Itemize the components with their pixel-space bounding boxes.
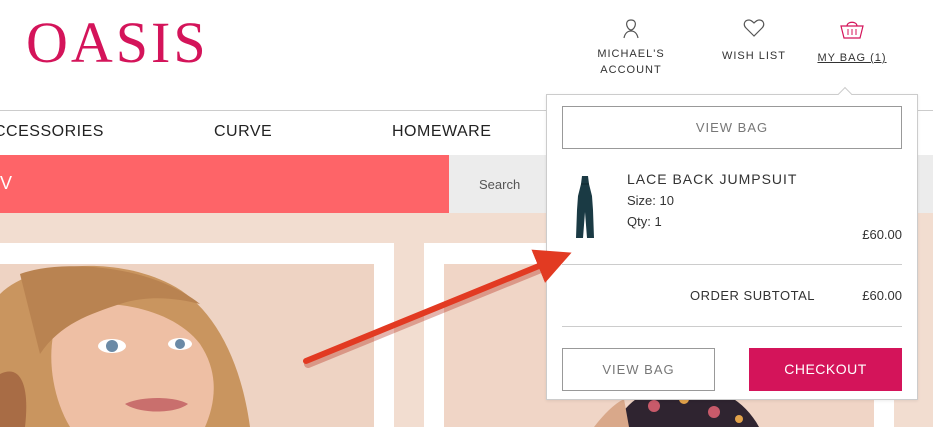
basket-icon bbox=[840, 21, 864, 39]
item-price: £60.00 bbox=[862, 227, 902, 242]
view-bag-button-top[interactable]: VIEW BAG bbox=[562, 106, 902, 149]
nav-item-accessories[interactable]: CCESSORIES bbox=[0, 123, 104, 141]
wishlist-link[interactable]: WISH LIST bbox=[714, 18, 794, 64]
hero-model-image-left[interactable] bbox=[0, 264, 374, 427]
nav-item-curve[interactable]: CURVE bbox=[214, 123, 272, 141]
account-link[interactable]: MICHAEL'S ACCOUNT bbox=[590, 18, 672, 78]
order-subtotal-label: ORDER SUBTOTAL bbox=[690, 288, 815, 303]
wishlist-label: WISH LIST bbox=[721, 50, 786, 62]
jumpsuit-thumbnail[interactable] bbox=[570, 174, 600, 240]
checkout-button[interactable]: CHECKOUT bbox=[749, 348, 902, 391]
item-name[interactable]: LACE BACK JUMPSUIT bbox=[627, 171, 797, 187]
oasis-logo[interactable]: OASIS bbox=[26, 14, 209, 72]
my-bag-link[interactable]: MY BAG (1) bbox=[812, 18, 892, 66]
account-icon bbox=[623, 19, 639, 39]
order-subtotal-value: £60.00 bbox=[862, 288, 902, 303]
model-portrait-image bbox=[0, 264, 374, 427]
promo-banner[interactable]: V bbox=[0, 155, 449, 213]
view-bag-button[interactable]: VIEW BAG bbox=[562, 348, 715, 391]
mini-bag-divider-2 bbox=[562, 326, 902, 327]
item-size: Size: 10 bbox=[627, 193, 674, 208]
my-bag-label: MY BAG (1) bbox=[817, 52, 887, 64]
account-label: MICHAEL'S ACCOUNT bbox=[597, 48, 665, 76]
item-quantity: Qty: 1 bbox=[627, 214, 662, 229]
header-tools: MICHAEL'S ACCOUNT WISH LIST MY BAG (1) bbox=[590, 18, 910, 88]
mini-bag-divider-1 bbox=[562, 264, 902, 265]
heart-icon bbox=[743, 19, 765, 37]
promo-text: V bbox=[0, 173, 13, 193]
nav-item-homeware[interactable]: HOMEWARE bbox=[392, 123, 491, 141]
